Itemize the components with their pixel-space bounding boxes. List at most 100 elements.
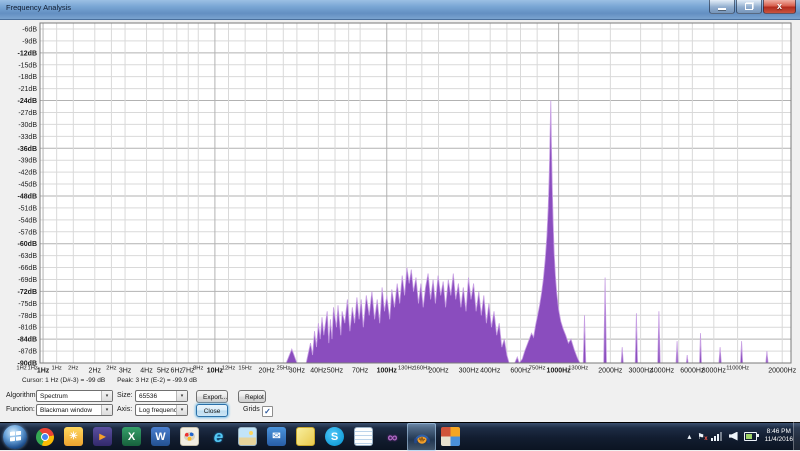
svg-text:-30dB: -30dB — [18, 122, 37, 129]
function-label: Function: — [6, 404, 35, 416]
grids-checkbox[interactable]: ✓ — [262, 406, 273, 417]
minimize-button[interactable] — [709, 0, 735, 14]
svg-text:5Hz: 5Hz — [157, 368, 170, 375]
taskbar-item-excel[interactable]: X — [117, 423, 146, 451]
size-value: 65536 — [139, 393, 157, 400]
taskbar-item-media-player[interactable]: ▶ — [88, 423, 117, 451]
close-window-button[interactable]: x — [763, 0, 796, 14]
word-icon: W — [151, 427, 170, 446]
taskbar-item-pictures[interactable] — [233, 423, 262, 451]
close-button[interactable]: Close — [196, 404, 228, 417]
blocks-icon — [441, 427, 460, 446]
visual-studio-icon: ∞ — [383, 427, 402, 446]
svg-text:300Hz: 300Hz — [459, 368, 480, 375]
chevron-down-icon: ▾ — [176, 391, 187, 401]
clock-time: 8:46 PM — [765, 428, 793, 437]
taskbar-item-mail[interactable]: ✉ — [262, 423, 291, 451]
svg-text:8Hz: 8Hz — [193, 366, 203, 372]
svg-text:1Hz: 1Hz — [16, 366, 26, 372]
svg-text:-33dB: -33dB — [18, 134, 37, 141]
svg-text:-27dB: -27dB — [18, 110, 37, 117]
svg-text:20000Hz: 20000Hz — [768, 368, 797, 375]
taskbar-item-internet-explorer[interactable]: e — [204, 423, 233, 451]
size-select[interactable]: 65536 ▾ — [135, 390, 188, 402]
svg-text:-39dB: -39dB — [18, 158, 37, 165]
audacity-headphones-icon — [412, 427, 432, 447]
svg-text:-69dB: -69dB — [18, 277, 37, 284]
svg-text:2000Hz: 2000Hz — [598, 368, 623, 375]
restore-button[interactable] — [736, 0, 762, 14]
battery-icon[interactable] — [744, 432, 757, 441]
excel-icon: X — [122, 427, 141, 446]
svg-text:70Hz: 70Hz — [352, 368, 369, 375]
svg-text:-9dB: -9dB — [22, 38, 37, 45]
svg-text:-84dB: -84dB — [18, 337, 37, 344]
svg-text:-54dB: -54dB — [18, 217, 37, 224]
chevron-down-icon: ▾ — [101, 391, 112, 401]
axis-value: Log frequency — [139, 407, 180, 414]
taskbar-item-paint[interactable] — [175, 423, 204, 451]
taskbar-item-chrome[interactable] — [30, 423, 59, 451]
svg-text:-60dB: -60dB — [18, 241, 37, 248]
skype-icon: S — [325, 427, 344, 446]
ie-icon: e — [209, 427, 228, 446]
taskbar-item-app[interactable] — [436, 423, 465, 451]
svg-text:-18dB: -18dB — [18, 74, 37, 81]
svg-text:-48dB: -48dB — [18, 193, 37, 200]
svg-text:1Hz: 1Hz — [37, 368, 50, 375]
svg-text:-78dB: -78dB — [18, 313, 37, 320]
play-icon: ▶ — [93, 427, 112, 446]
start-button[interactable] — [3, 425, 27, 449]
svg-text:1Hz: 1Hz — [51, 366, 61, 372]
taskbar-item-word[interactable]: W — [146, 423, 175, 451]
hidden-icons-button[interactable]: ▴ — [687, 432, 691, 441]
photos-icon — [238, 427, 257, 446]
notepad-icon — [354, 427, 373, 446]
taskbar-item-visual-studio[interactable]: ∞ — [378, 423, 407, 451]
axis-label: Axis: — [117, 404, 132, 416]
svg-text:15Hz: 15Hz — [238, 366, 252, 372]
cursor-readout: Cursor: 1 Hz (D#-3) = -99 dB — [22, 377, 105, 384]
network-signal-icon[interactable] — [711, 432, 723, 441]
title-bar[interactable]: Frequency Analysis x — [0, 0, 800, 20]
svg-text:-21dB: -21dB — [18, 86, 37, 93]
svg-text:2Hz: 2Hz — [106, 366, 116, 372]
svg-text:2Hz: 2Hz — [89, 368, 102, 375]
function-select[interactable]: Blackman window ▾ — [36, 404, 113, 416]
taskbar-clock[interactable]: 8:46 PM 11/4/2016 — [765, 428, 793, 445]
windows-flag-icon — [10, 431, 21, 442]
chevron-down-icon: ▾ — [101, 405, 112, 415]
peak-readout: Peak: 3 Hz (E-2) = -99.9 dB — [117, 377, 197, 384]
svg-text:50Hz: 50Hz — [327, 368, 344, 375]
show-desktop-button[interactable] — [793, 422, 800, 450]
replot-button[interactable]: Replot — [238, 390, 266, 403]
spectrum-chart[interactable]: -6dB-9dB-12dB-15dB-18dB-21dB-24dB-27dB-3… — [0, 20, 800, 377]
svg-text:8000Hz: 8000Hz — [702, 368, 727, 375]
algorithm-label: Algorithm: — [6, 390, 38, 402]
algorithm-select[interactable]: Spectrum ▾ — [36, 390, 113, 402]
svg-text:-72dB: -72dB — [18, 289, 37, 296]
taskbar-item-notepad[interactable] — [349, 423, 378, 451]
taskbar-item-audacity-active[interactable] — [407, 423, 436, 451]
svg-text:-87dB: -87dB — [18, 349, 37, 356]
taskbar-item-sticky-notes[interactable] — [291, 423, 320, 451]
chevron-down-icon: ▾ — [176, 405, 187, 415]
volume-icon[interactable] — [729, 432, 738, 441]
svg-text:-51dB: -51dB — [18, 205, 37, 212]
restore-icon — [745, 3, 753, 10]
axis-select[interactable]: Log frequency ▾ — [135, 404, 188, 416]
close-icon: x — [764, 0, 795, 13]
function-value: Blackman window — [40, 407, 92, 414]
sun-icon: ☀ — [64, 427, 83, 446]
action-center-flag-icon[interactable]: ⚑x — [697, 432, 704, 441]
taskbar-item-weather[interactable]: ☀ — [59, 423, 88, 451]
svg-text:40Hz: 40Hz — [310, 368, 327, 375]
taskbar-item-skype[interactable]: S — [320, 423, 349, 451]
svg-text:130Hz: 130Hz — [398, 366, 415, 372]
algorithm-value: Spectrum — [40, 393, 68, 400]
svg-text:2Hz: 2Hz — [68, 366, 78, 372]
svg-text:-42dB: -42dB — [18, 170, 37, 177]
svg-text:11000Hz: 11000Hz — [726, 366, 749, 372]
svg-text:750Hz: 750Hz — [529, 366, 546, 372]
export-button[interactable]: Export... — [196, 390, 228, 403]
